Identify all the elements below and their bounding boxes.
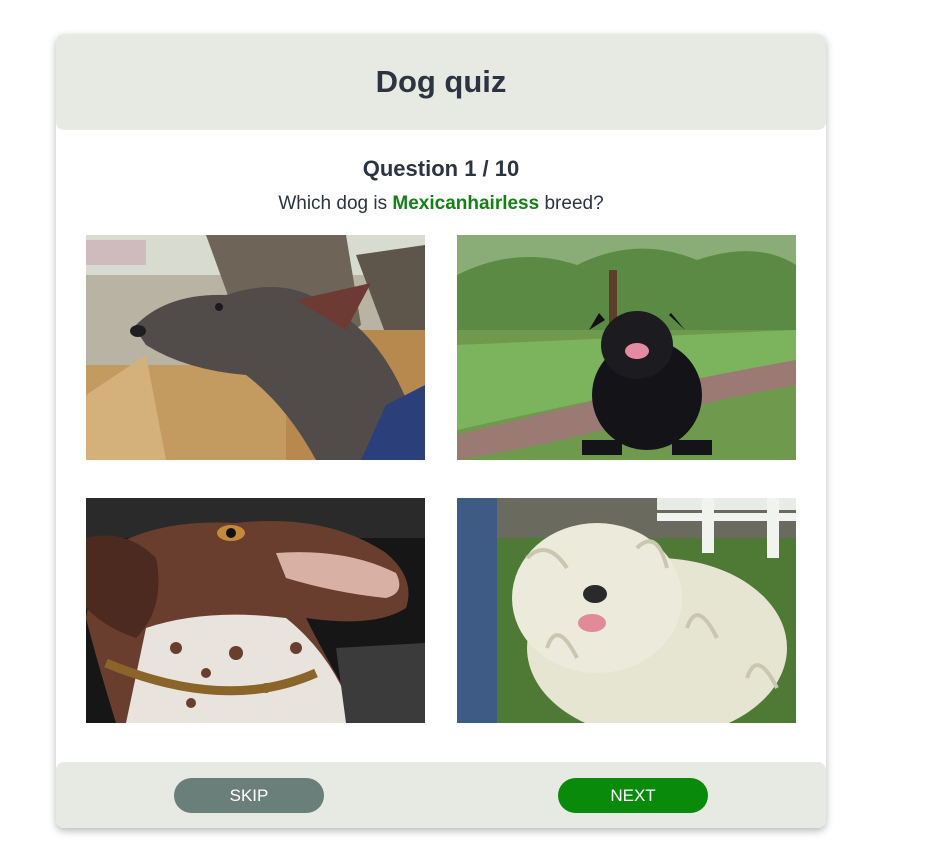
quiz-footer: SKIP NEXT (56, 762, 826, 828)
breed-name: Mexicanhairless (392, 193, 540, 214)
prompt-text-after: breed? (544, 193, 604, 214)
prompt-text-before: Which dog is (278, 193, 388, 214)
quiz-title: Dog quiz (375, 64, 507, 99)
dog-option-2[interactable] (457, 235, 796, 460)
dog-photo-2 (457, 235, 796, 460)
dog-option-3[interactable] (86, 498, 425, 723)
quiz-header: Dog quiz (56, 34, 826, 130)
dog-option-4[interactable] (457, 498, 796, 723)
dog-option-1[interactable] (86, 235, 425, 460)
dog-photo-3 (86, 498, 425, 723)
dog-photo-1 (86, 235, 425, 460)
next-button[interactable]: NEXT (558, 778, 708, 813)
dog-photo-4 (457, 498, 796, 723)
question-counter: Question 1 / 10 (362, 156, 520, 181)
skip-button[interactable]: SKIP (174, 778, 324, 813)
question-prompt: Which dog is Mexicanhairless breed? (56, 193, 826, 215)
quiz-card: Dog quiz Question 1 / 10 Which dog is Me… (56, 34, 826, 828)
